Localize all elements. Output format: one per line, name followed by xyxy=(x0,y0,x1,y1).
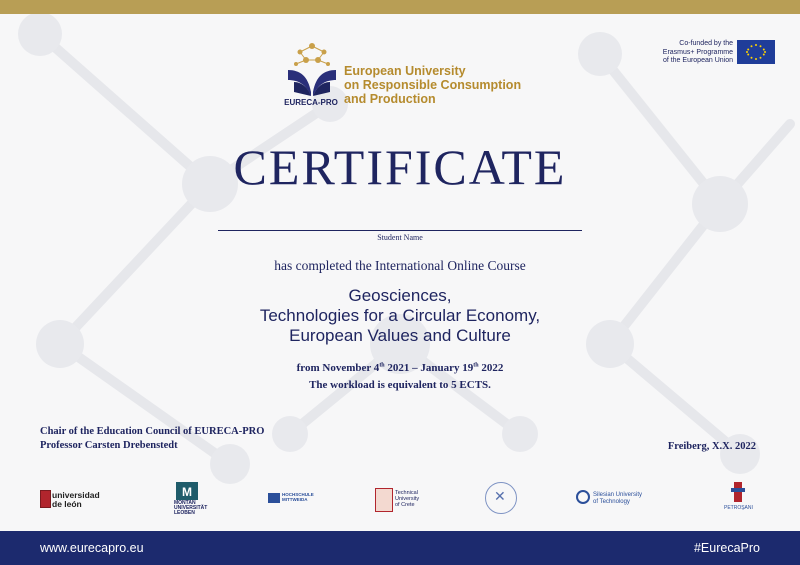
certificate-title: CERTIFICATE xyxy=(233,139,567,195)
erasmus-line-1: Co-funded by the xyxy=(679,40,733,47)
petrosani-text: PETROŞANI xyxy=(724,505,753,511)
signatory-block: Chair of the Education Council of EURECA… xyxy=(40,425,264,453)
university-name: European University on Responsible Consu… xyxy=(344,64,521,106)
partner-logo-silesian: Silesian University of Technology xyxy=(576,478,651,518)
footer-website-link[interactable]: www.eurecapro.eu xyxy=(40,541,144,555)
mittweida-text: HOCHSCHULE MITTWEIDA xyxy=(282,492,314,502)
university-name-line-2: on Responsible Consumption xyxy=(344,78,522,92)
montan-mark-icon: M xyxy=(176,482,198,500)
petrosani-bar-icon xyxy=(731,488,745,492)
course-title-line-2: Technologies for a Circular Economy, xyxy=(259,306,541,325)
partner-logo-tu-crete: Technical University of Crete xyxy=(375,478,440,518)
partner-logo-mittweida: HOCHSCHULE MITTWEIDA xyxy=(268,478,328,518)
footer-hashtag: #EurecaPro xyxy=(693,541,760,555)
erasmus-line-3: of the European Union xyxy=(662,57,733,64)
workload-statement: The workload is equivalent to 5 ECTS. xyxy=(309,379,491,391)
leon-text: universidad de león xyxy=(52,491,100,509)
certificate-page: EURECA-PRO European University on Respon… xyxy=(0,0,800,565)
signatory-name: Professor Carsten Drebenstedt xyxy=(40,440,178,451)
university-name-line-3: and Production xyxy=(344,92,436,106)
crete-line-3: of Crete xyxy=(395,502,415,508)
petrosani-mark-icon xyxy=(734,482,742,502)
silesian-line-2: of Technology xyxy=(593,498,630,505)
course-dates: from November 4th 2021 – January 19th 20… xyxy=(0,362,800,374)
leon-crest-icon xyxy=(40,490,51,508)
course-title-line-1: Geosciences, xyxy=(348,286,452,305)
place-and-date: Freiberg, X.X. 2022 xyxy=(667,441,756,452)
freiberg-mark-icon: ✕ xyxy=(494,488,506,504)
partner-logo-leon: universidad de león xyxy=(38,478,108,518)
partner-logo-petrosani: PETROŞANI xyxy=(720,478,760,518)
silesian-text: Silesian University of Technology xyxy=(593,492,642,505)
montan-line-3: LEOBEN xyxy=(174,510,195,516)
silesian-mark-icon xyxy=(576,490,590,504)
crete-text: Technical University of Crete xyxy=(395,490,419,508)
erasmus-text: Co-funded by the Erasmus+ Programme of t… xyxy=(663,40,733,66)
university-name-line-1: European University xyxy=(344,64,466,78)
date-from: from November 4 xyxy=(296,362,380,374)
completion-statement: has completed the International Online C… xyxy=(274,258,526,273)
leon-line-2: de león xyxy=(52,499,82,509)
top-gold-bar xyxy=(0,0,800,14)
erasmus-line-2: Erasmus+ Programme xyxy=(662,48,733,56)
montan-mark: M xyxy=(182,485,192,499)
partner-logo-montanuniversitat: M MONTAN UNIVERSITÄT LEOBEN xyxy=(174,478,207,518)
crete-emblem-icon xyxy=(375,488,393,512)
mittweida-mark-icon xyxy=(268,493,280,503)
student-name-line xyxy=(218,230,582,231)
mittweida-line-2: MITTWEIDA xyxy=(282,497,308,502)
course-title-line-3: European Values and Culture xyxy=(289,326,511,345)
date-mid: 2021 – January 19 xyxy=(384,362,474,374)
logo-caption: EURECA-PRO xyxy=(284,98,338,107)
silesian-line-1: Silesian University xyxy=(593,492,643,498)
eu-flag-icon xyxy=(737,40,775,64)
date-to-year: 2022 xyxy=(478,362,504,374)
signatory-role: Chair of the Education Council of EURECA… xyxy=(40,426,265,437)
montan-text: MONTAN UNIVERSITÄT LEOBEN xyxy=(174,501,207,516)
partner-logo-freiberg: ✕ xyxy=(482,478,522,518)
student-name-label: Student Name xyxy=(377,233,423,242)
course-title: Geosciences, Technologies for a Circular… xyxy=(0,286,800,346)
footer-bar: www.eurecapro.eu #EurecaPro xyxy=(0,531,800,565)
